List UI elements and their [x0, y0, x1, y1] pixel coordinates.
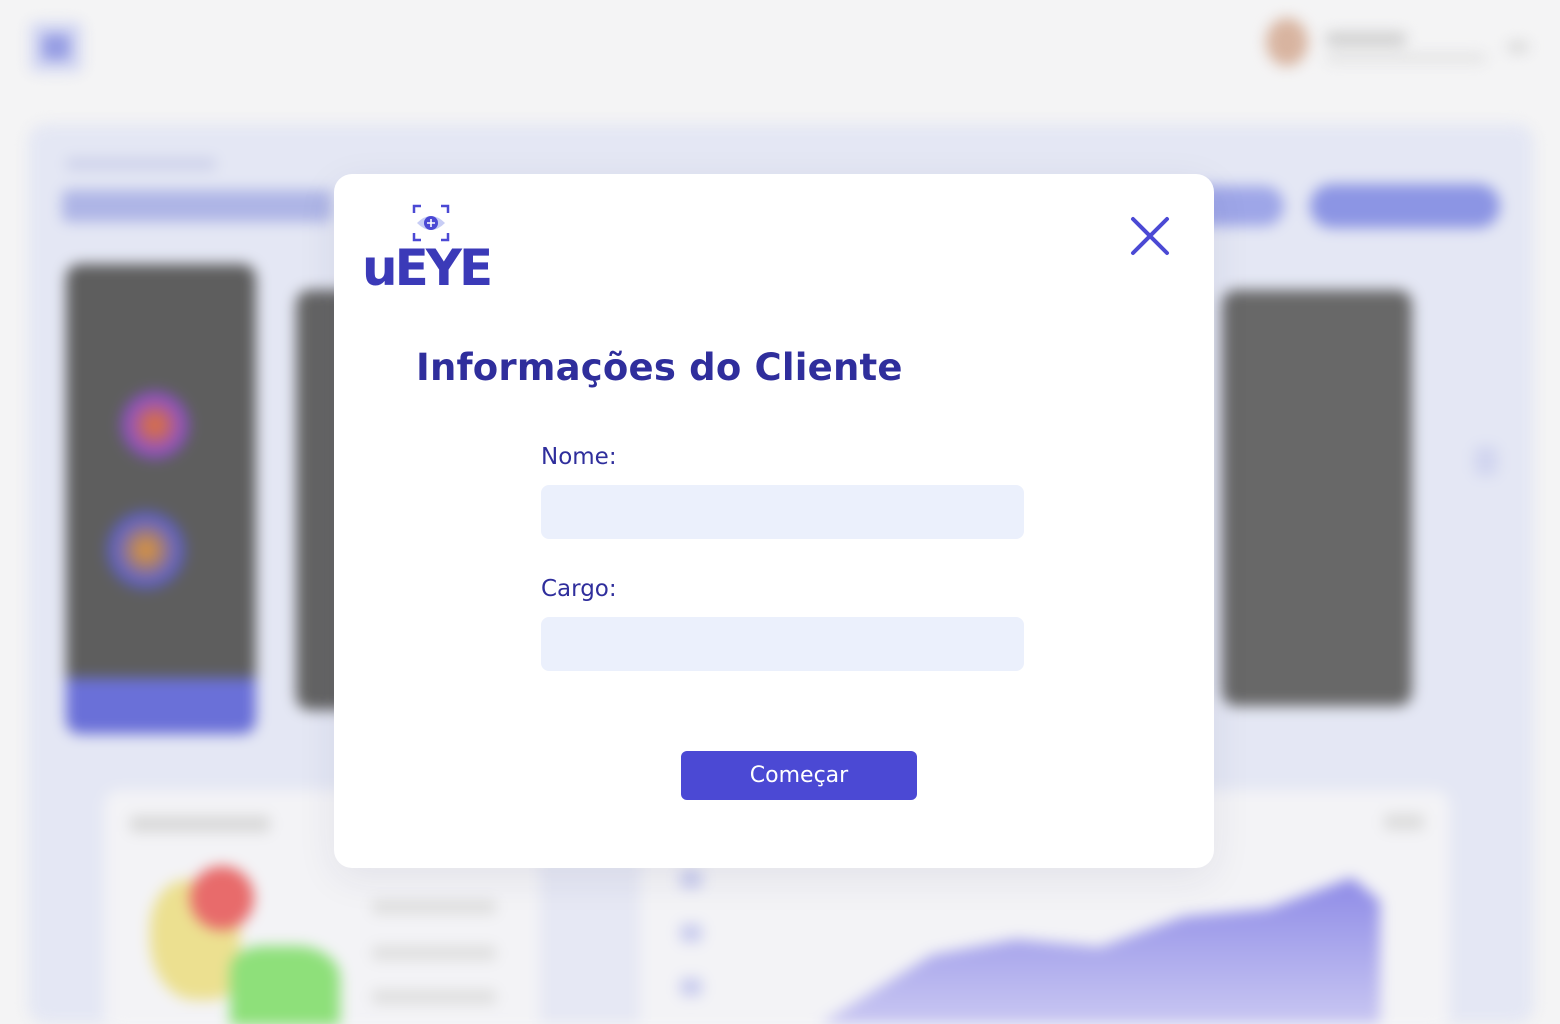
heatmap-blob: [120, 390, 190, 460]
pie-slice: [230, 946, 340, 1024]
user-subtitle-placeholder: [1326, 54, 1486, 62]
name-field[interactable]: [541, 485, 1024, 539]
breadcrumb: [66, 158, 216, 170]
brand-wordmark: uEYE: [362, 239, 493, 297]
screen-thumbnail: [1222, 290, 1412, 706]
client-info-modal: uEYE Informações do Cliente Nome: Cargo:…: [334, 174, 1214, 868]
card-filter-placeholder: [1384, 814, 1424, 830]
axis-tick: [680, 924, 702, 942]
axis-tick: [680, 978, 702, 996]
card-title-placeholder: [130, 816, 270, 832]
role-field[interactable]: [541, 617, 1024, 671]
app-logo: [30, 22, 82, 72]
chevron-down-icon: [1508, 42, 1528, 52]
header-button-primary: [1310, 184, 1500, 228]
start-button[interactable]: Começar: [681, 751, 917, 800]
legend-item: [372, 990, 496, 1004]
axis-tick: [680, 870, 702, 888]
page-title-blurred: [62, 190, 332, 222]
brand-logo: uEYE: [362, 202, 493, 297]
user-avatar: [1266, 18, 1308, 66]
close-icon[interactable]: [1130, 216, 1170, 256]
pie-slice: [190, 866, 254, 930]
role-field-label: Cargo:: [541, 576, 617, 602]
chevron-right-icon: [1474, 446, 1498, 476]
modal-title: Informações do Cliente: [416, 346, 903, 389]
name-field-label: Nome:: [541, 444, 617, 470]
screen-thumbnail: [66, 264, 256, 734]
eye-scan-icon: [412, 204, 450, 242]
legend-item: [372, 900, 496, 914]
legend-item: [372, 946, 496, 960]
user-name-placeholder: [1326, 32, 1406, 46]
heatmap-blob: [106, 510, 186, 590]
